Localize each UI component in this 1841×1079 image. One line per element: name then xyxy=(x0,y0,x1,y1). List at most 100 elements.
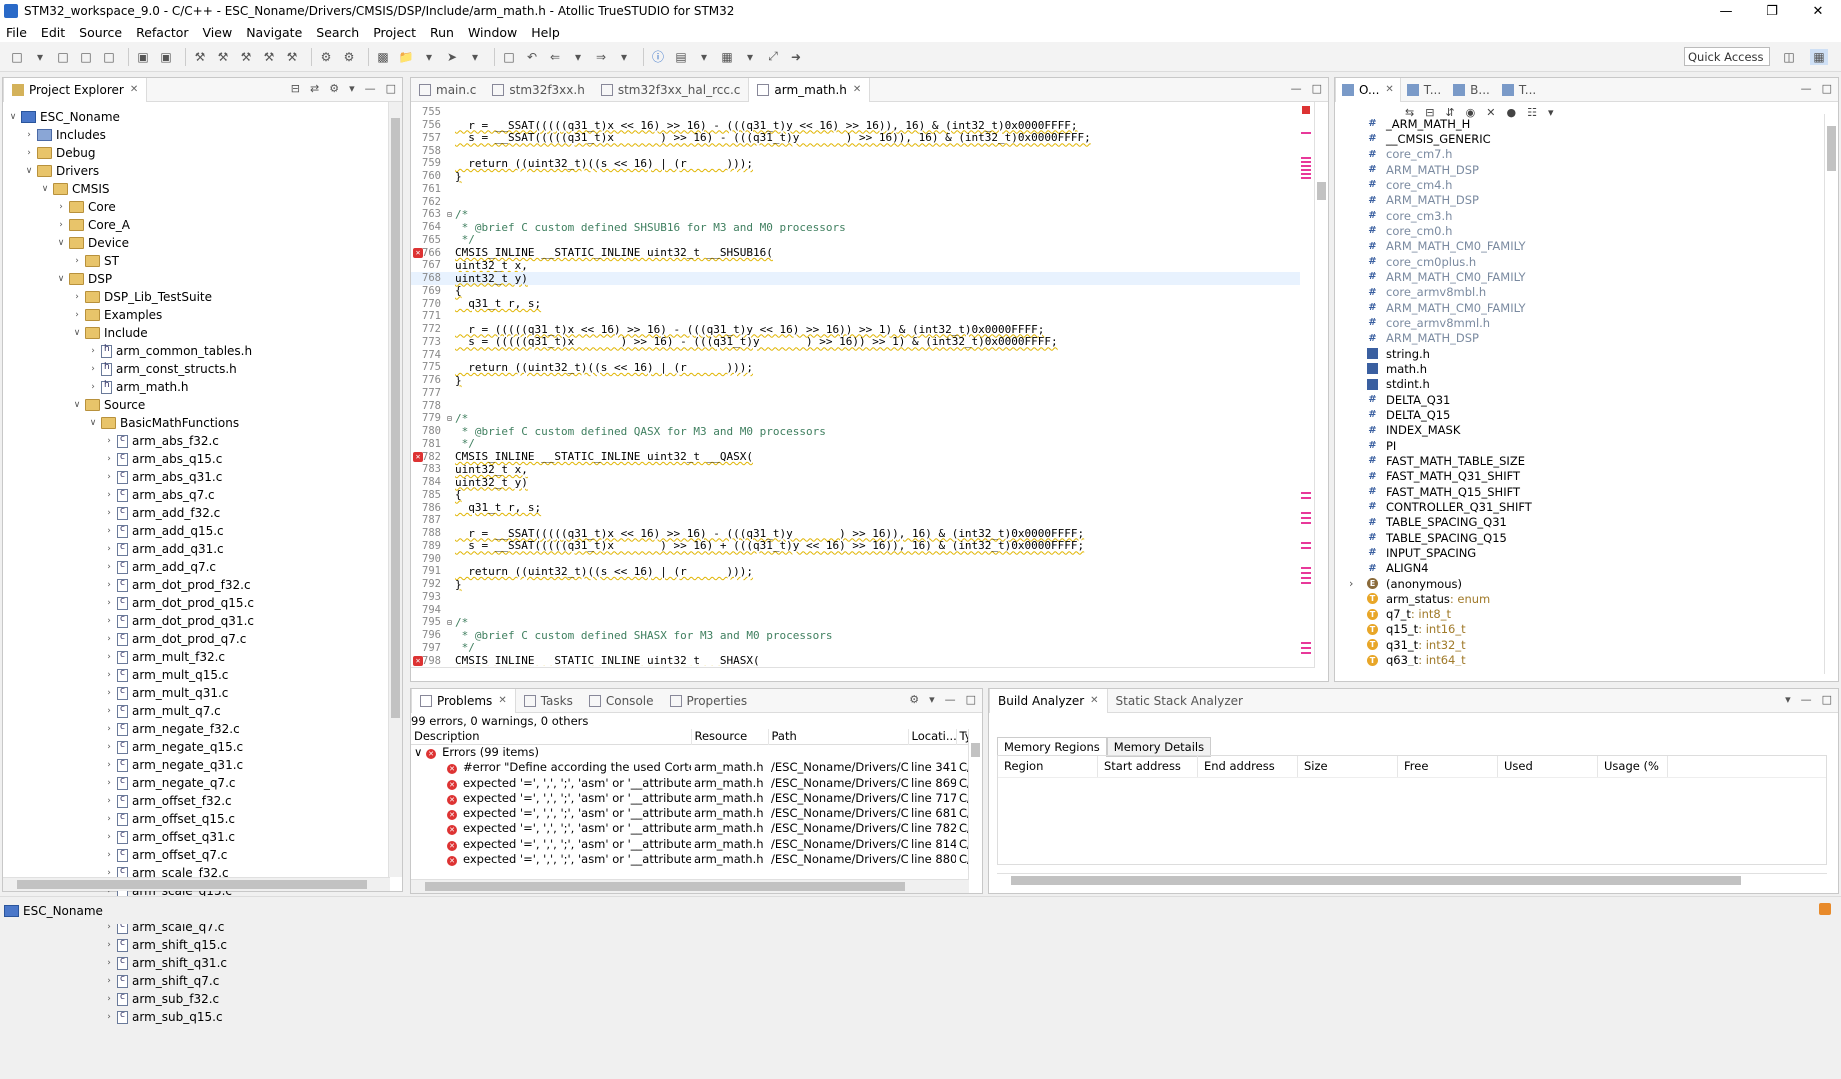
back-icon[interactable]: ⇐ xyxy=(546,49,564,65)
tree-item[interactable]: › arm_dot_prod_q7.c xyxy=(7,630,254,648)
rebuild-icon[interactable]: ⚒ xyxy=(237,49,255,65)
tree-item[interactable]: › arm_mult_q15.c xyxy=(7,666,254,684)
outline-vscrollbar[interactable] xyxy=(1824,114,1838,674)
collapsed-arrow-icon[interactable]: › xyxy=(103,994,115,1004)
collapsed-arrow-icon[interactable]: › xyxy=(103,688,115,698)
outline-item[interactable]: # ARM_MATH_DSP xyxy=(1349,331,1819,346)
minimize-button[interactable]: — xyxy=(1703,0,1749,22)
problem-row[interactable]: ✕ expected '=', ',', ';', 'asm' or '__att… xyxy=(411,821,969,836)
collapsed-arrow-icon[interactable]: › xyxy=(23,130,35,140)
tree-item[interactable]: › arm_sub_f32.c xyxy=(7,990,254,1008)
error-marker-icon[interactable]: ✕ xyxy=(413,451,423,462)
menu-run[interactable]: Run xyxy=(430,25,454,40)
subtab-memory-details[interactable]: Memory Details xyxy=(1106,737,1212,757)
view-menu-icon[interactable]: ▾ xyxy=(929,693,935,706)
minimize-view-icon[interactable]: — xyxy=(1291,82,1302,95)
editor-hscrollbar[interactable] xyxy=(411,667,1315,681)
collapsed-arrow-icon[interactable]: › xyxy=(103,508,115,518)
collapsed-arrow-icon[interactable]: › xyxy=(103,454,115,464)
collapsed-arrow-icon[interactable]: › xyxy=(103,814,115,824)
exit-icon[interactable]: ➜ xyxy=(787,49,805,65)
tree-item[interactable]: › arm_const_structs.h xyxy=(7,360,254,378)
close-icon[interactable]: ✕ xyxy=(853,84,861,95)
tree-item[interactable]: › Debug xyxy=(7,144,254,162)
save-icon[interactable]: ▣ xyxy=(134,49,152,65)
tree-item[interactable]: › arm_sub_q15.c xyxy=(7,1008,254,1026)
cc-perspective-icon[interactable]: ▦ xyxy=(1810,49,1828,65)
close-icon[interactable]: ✕ xyxy=(130,84,138,95)
tree-item[interactable]: › arm_offset_q15.c xyxy=(7,810,254,828)
tab-tasks[interactable]: Tasks xyxy=(516,689,581,713)
expanded-arrow-icon[interactable]: ∨ xyxy=(23,166,35,176)
menu-navigate[interactable]: Navigate xyxy=(246,25,302,40)
outline-item[interactable]: Tq31_t : int32_t xyxy=(1349,637,1819,652)
open-icon[interactable]: □ xyxy=(54,49,72,65)
menu-refactor[interactable]: Refactor xyxy=(136,25,188,40)
collapsed-arrow-icon[interactable]: › xyxy=(55,220,67,230)
maximize-view-icon[interactable]: □ xyxy=(386,82,396,95)
problem-row[interactable]: ✕ expected '=', ',', ';', 'asm' or '__att… xyxy=(411,790,969,805)
collapsed-arrow-icon[interactable]: › xyxy=(103,526,115,536)
problem-row[interactable]: ✕ expected '=', ',', ';', 'asm' or '__att… xyxy=(411,836,969,851)
subtab-memory-regions[interactable]: Memory Regions xyxy=(997,737,1107,757)
debug-icon[interactable]: ⚙ xyxy=(317,49,335,65)
column-header[interactable]: Start address xyxy=(1098,756,1198,777)
build-all-icon[interactable]: ⚒ xyxy=(214,49,232,65)
tree-item[interactable]: › arm_shift_q7.c xyxy=(7,972,254,990)
new-dropdown-icon[interactable]: ▾ xyxy=(31,49,49,65)
error-marker-icon[interactable]: ✕ xyxy=(413,247,423,258)
clean-icon[interactable]: ⚒ xyxy=(260,49,278,65)
outline-item[interactable]: # INPUT_SPACING xyxy=(1349,545,1819,560)
view-menu-icon[interactable]: ▾ xyxy=(349,82,355,95)
collapsed-arrow-icon[interactable]: › xyxy=(87,346,99,356)
outline-item[interactable]: # INDEX_MASK xyxy=(1349,423,1819,438)
expanded-arrow-icon[interactable]: ∨ xyxy=(71,328,83,338)
tree-item[interactable]: › arm_abs_q7.c xyxy=(7,486,254,504)
outline-item[interactable]: # FAST_MATH_Q31_SHIFT xyxy=(1349,469,1819,484)
debug-config-icon[interactable]: ⚙ xyxy=(340,49,358,65)
tree-item[interactable]: › Core_A xyxy=(7,216,254,234)
tree-item[interactable]: › arm_dot_prod_q31.c xyxy=(7,612,254,630)
import-icon[interactable]: □ xyxy=(77,49,95,65)
close-button[interactable]: ✕ xyxy=(1795,0,1841,22)
menu-search[interactable]: Search xyxy=(316,25,359,40)
collapsed-arrow-icon[interactable]: › xyxy=(103,850,115,860)
link-editor-icon[interactable]: ⇄ xyxy=(310,82,319,95)
menu-project[interactable]: Project xyxy=(373,25,416,40)
menu-source[interactable]: Source xyxy=(79,25,122,40)
collapse-all-icon[interactable]: ⊟ xyxy=(291,82,300,95)
outline-item[interactable]: # CONTROLLER_Q31_SHIFT xyxy=(1349,499,1819,514)
close-icon[interactable]: ✕ xyxy=(498,695,506,706)
new-icon[interactable]: □ xyxy=(8,49,26,65)
tree-item[interactable]: ∨ Source xyxy=(7,396,254,414)
rss-icon[interactable] xyxy=(1819,903,1831,915)
outline-item[interactable]: Tq15_t : int16_t xyxy=(1349,622,1819,637)
editor-tab[interactable]: main.c xyxy=(411,78,484,102)
tree-item[interactable]: › arm_dot_prod_q15.c xyxy=(7,594,254,612)
editor-tab[interactable]: stm32f3xx_hal_rcc.c xyxy=(593,78,749,102)
collapsed-arrow-icon[interactable]: › xyxy=(103,544,115,554)
outline-item[interactable]: # core_cm3.h xyxy=(1349,208,1819,223)
tree-item[interactable]: › arm_abs_q15.c xyxy=(7,450,254,468)
expanded-arrow-icon[interactable]: ∨ xyxy=(71,400,83,410)
tab-problems[interactable]: Problems ✕ xyxy=(411,688,516,713)
grid-icon[interactable]: ▦ xyxy=(718,49,736,65)
tree-item[interactable]: › arm_mult_q7.c xyxy=(7,702,254,720)
collapsed-arrow-icon[interactable]: › xyxy=(103,472,115,482)
tab-static-stack-analyzer[interactable]: Static Stack Analyzer xyxy=(1108,689,1251,713)
collapsed-arrow-icon[interactable]: › xyxy=(71,310,83,320)
tree-item[interactable]: › arm_shift_q31.c xyxy=(7,954,254,972)
collapsed-arrow-icon[interactable]: › xyxy=(103,976,115,986)
tree-item[interactable]: › arm_dot_prod_f32.c xyxy=(7,576,254,594)
open-perspective-icon[interactable]: ◫ xyxy=(1780,49,1798,65)
collapsed-arrow-icon[interactable]: › xyxy=(87,364,99,374)
quick-access-input[interactable]: Quick Access xyxy=(1684,47,1770,66)
outline-tab[interactable]: T... xyxy=(1496,78,1542,102)
prev-annotation-icon[interactable]: ↶ xyxy=(523,49,541,65)
tree-item[interactable]: › arm_math.h xyxy=(7,378,254,396)
tree-item[interactable]: › arm_negate_q7.c xyxy=(7,774,254,792)
minimize-view-icon[interactable]: — xyxy=(1801,82,1812,95)
outline-item[interactable]: # ALIGN4 xyxy=(1349,561,1819,576)
collapsed-arrow-icon[interactable]: › xyxy=(103,580,115,590)
tree-item[interactable]: ∨ Drivers xyxy=(7,162,254,180)
